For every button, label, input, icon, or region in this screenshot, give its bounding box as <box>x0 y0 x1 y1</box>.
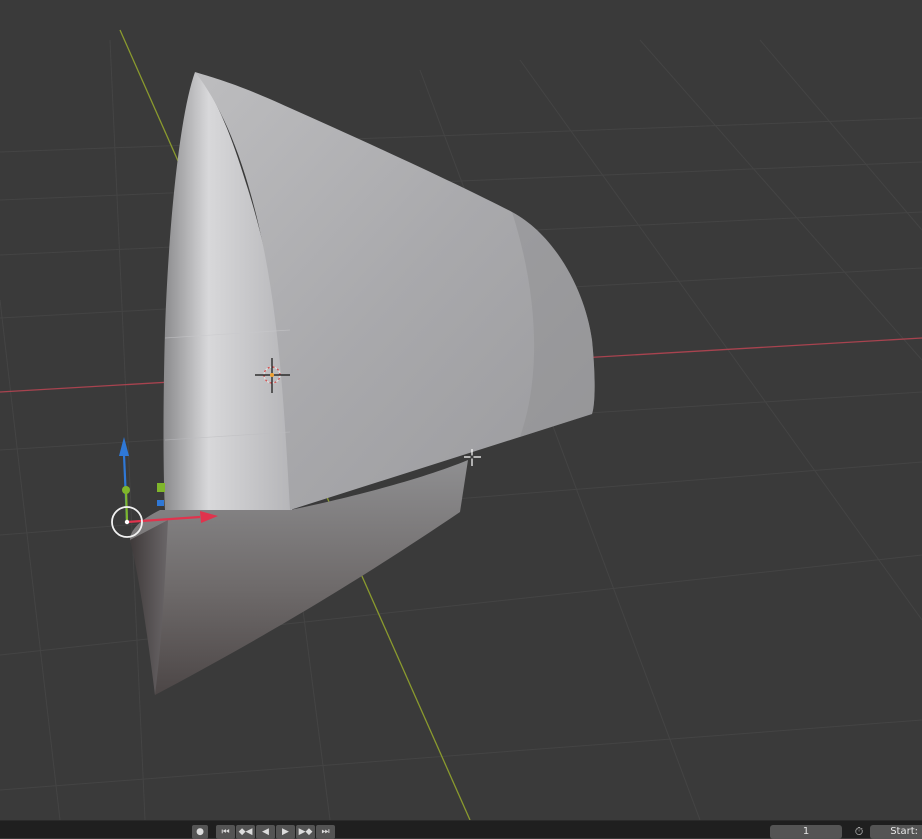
prev-keyframe-icon[interactable]: ◆◀ <box>236 825 255 839</box>
start-frame-field[interactable]: Start: <box>870 825 922 839</box>
next-keyframe-icon[interactable]: ▶◆ <box>296 825 315 839</box>
gizmo-y-handle-icon <box>122 486 130 494</box>
viewport-canvas[interactable] <box>0 0 922 820</box>
playback-controls: ⏮ ◆◀ ◀ ▶ ▶◆ ⏭ <box>216 825 335 839</box>
timeline-bar: ● ⏮ ◆◀ ◀ ▶ ▶◆ ⏭ 1 ⏱ Start: <box>0 820 922 839</box>
play-icon[interactable]: ▶ <box>276 825 295 839</box>
play-reverse-icon[interactable]: ◀ <box>256 825 275 839</box>
current-frame-field[interactable]: 1 <box>770 825 842 839</box>
gizmo-plane-handle-icon <box>157 483 165 492</box>
record-icon[interactable]: ● <box>192 825 208 839</box>
clock-icon[interactable]: ⏱ <box>850 825 868 839</box>
jump-to-end-icon[interactable]: ⏭ <box>316 825 335 839</box>
3d-viewport[interactable] <box>0 0 922 820</box>
gizmo-plane-handle-icon <box>157 500 164 506</box>
jump-to-start-icon[interactable]: ⏮ <box>216 825 235 839</box>
